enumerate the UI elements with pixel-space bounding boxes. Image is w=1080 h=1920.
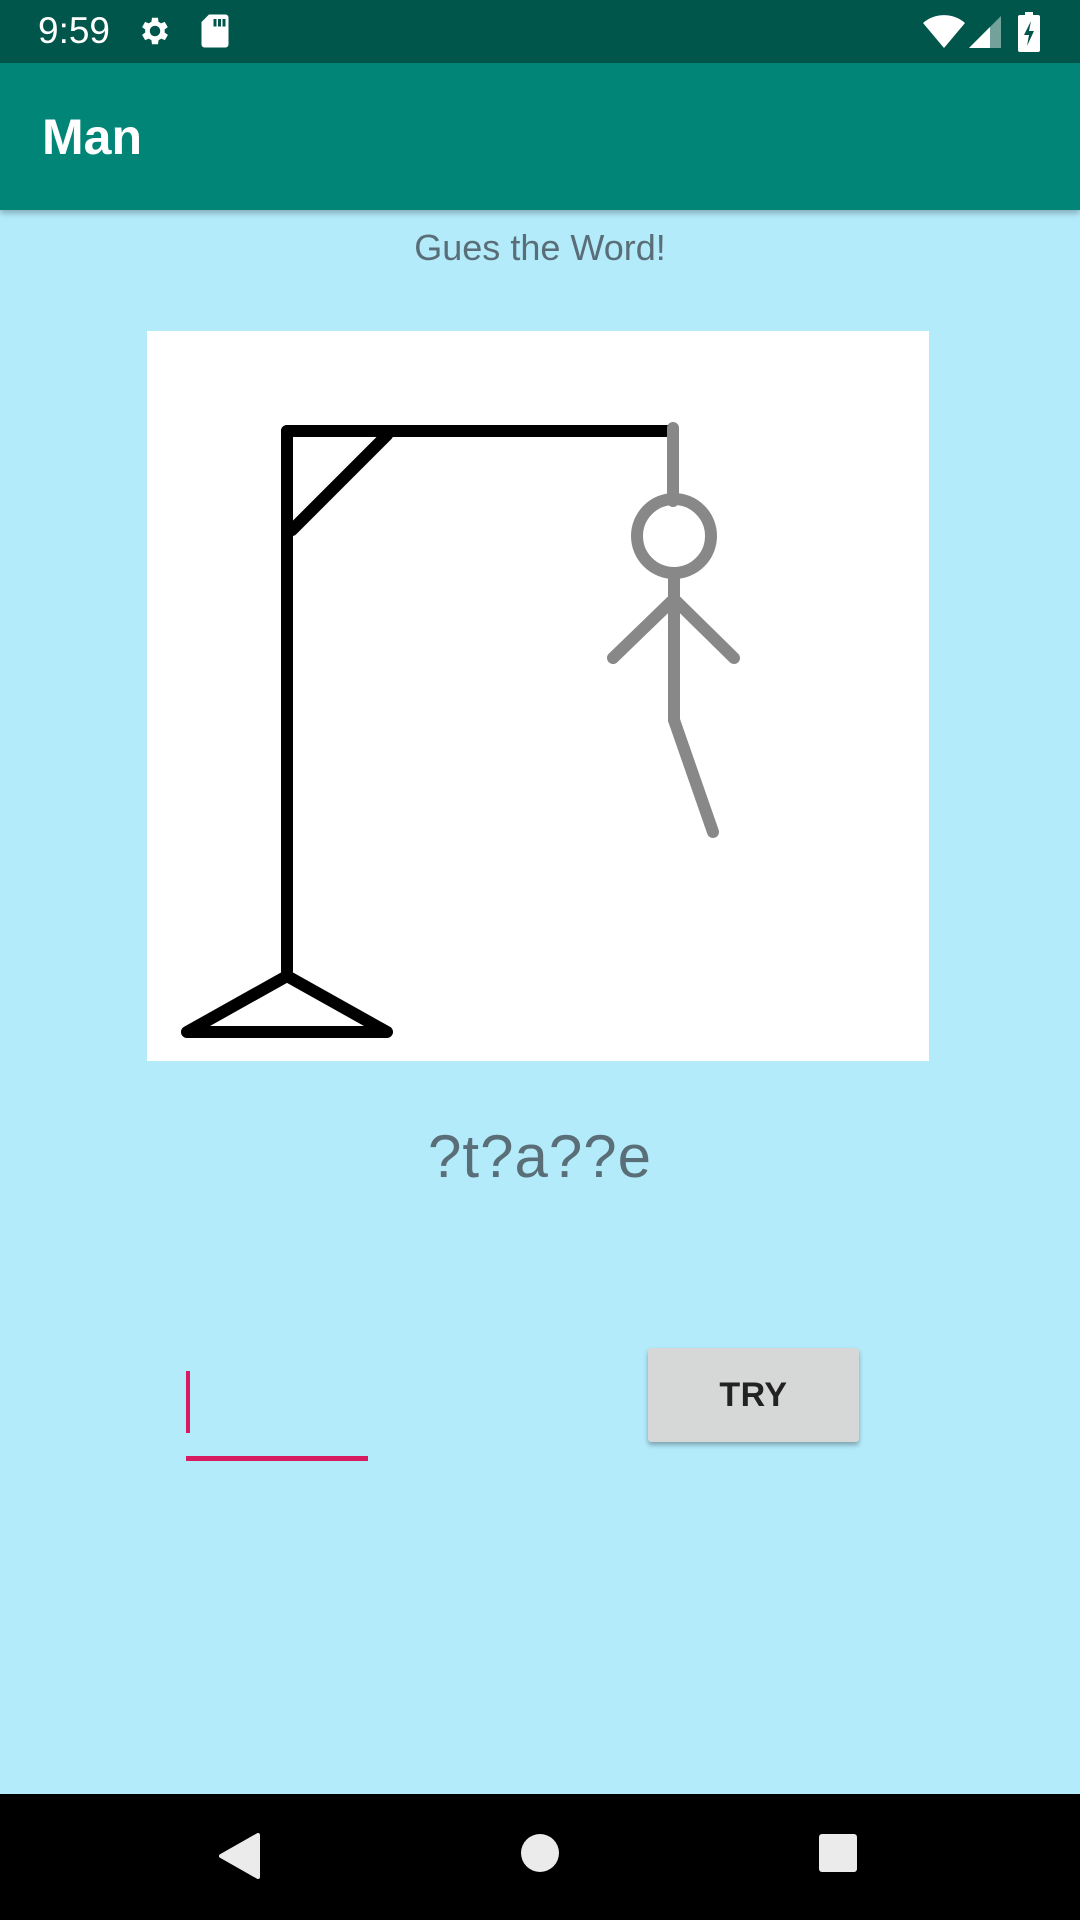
masked-word: ?t?a??e [428, 1123, 652, 1190]
try-button[interactable]: TRY [648, 1348, 859, 1442]
prompt-text: Gues the Word! [414, 227, 666, 268]
hangman-image [147, 331, 929, 1061]
input-underline [186, 1456, 368, 1461]
app-bar: Man [0, 63, 1080, 210]
gear-icon [142, 17, 168, 45]
wifi-icon [923, 15, 965, 48]
guess-field[interactable] [186, 1364, 368, 1461]
signal-icon [969, 16, 1001, 48]
hanged-man [607, 422, 740, 838]
gallows [181, 425, 677, 1038]
text-cursor [186, 1371, 190, 1433]
back-icon[interactable] [216, 1831, 264, 1881]
home-icon[interactable] [518, 1831, 562, 1875]
screen: 9:59 Man Gues the Word! ?t?a??e TRY [0, 0, 1080, 1920]
sd-card-icon [201, 14, 229, 48]
battery-charging-icon [1018, 12, 1040, 52]
status-time: 9:59 [38, 10, 111, 51]
recents-icon[interactable] [817, 1831, 859, 1875]
nav-bar [0, 1794, 1080, 1920]
status-bar: 9:59 [0, 0, 1080, 63]
guess-input[interactable] [186, 1364, 368, 1456]
app-title: Man [42, 109, 142, 165]
